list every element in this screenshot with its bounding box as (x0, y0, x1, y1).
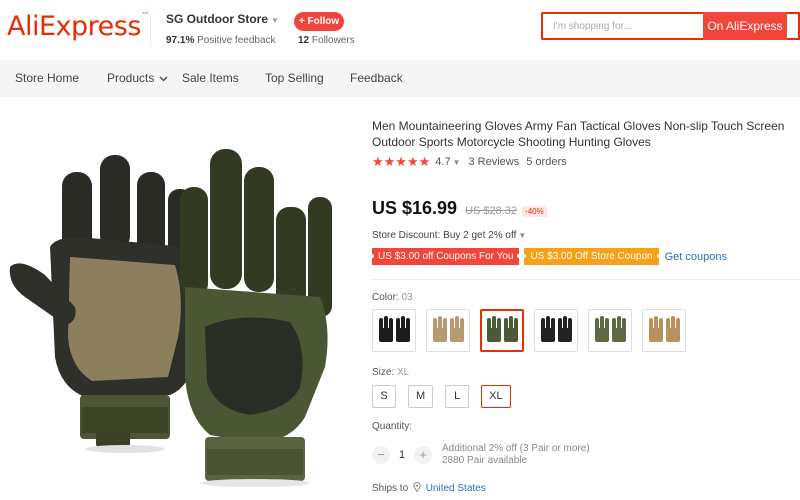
quantity-note: Additional 2% off (3 Pair or more) 2880 … (442, 443, 590, 467)
store-nav: Store Home Products Sale Items Top Selli… (0, 60, 800, 97)
search-in-store-button[interactable] (787, 12, 800, 40)
size-label: Size: XL (372, 367, 409, 378)
color-swatches (372, 309, 696, 352)
logo-text: AliExpress (7, 11, 141, 42)
follow-button[interactable]: + Follow (294, 12, 344, 31)
store-discount-text: Store Discount: Buy 2 get 2% off (372, 230, 517, 241)
ships-to-country[interactable]: United States (426, 483, 486, 494)
glove-thumbnail (595, 315, 626, 342)
nav-products-label: Products (107, 71, 155, 85)
product-info: Men Mountaineering Gloves Army Fan Tacti… (369, 97, 800, 495)
coupon-row: US $3.00 off Coupons For You US $3.00 Of… (369, 248, 727, 265)
color-swatch-tan-camo[interactable] (426, 309, 470, 352)
ships-to-label: Ships to (372, 483, 409, 494)
glove-thumbnail (649, 315, 680, 342)
price-row: US $16.99 US $28.32 -40% (372, 198, 547, 219)
color-swatch-tan-fingerless[interactable] (642, 309, 686, 352)
discount-badge: -40% (522, 206, 547, 217)
feedback-value: 97.1% (166, 35, 195, 46)
coupon-for-you[interactable]: US $3.00 off Coupons For You (369, 248, 522, 265)
location-pin-icon (413, 481, 424, 494)
nav-top-selling[interactable]: Top Selling (265, 60, 324, 97)
color-swatch-black-fingerless[interactable] (534, 309, 578, 352)
get-coupons-link[interactable]: Get coupons (665, 251, 727, 263)
store-name[interactable]: SG Outdoor Store ▼ (166, 12, 279, 26)
ships-to: Ships to United States (372, 481, 486, 494)
store-feedback: 97.1% Positive feedback (166, 35, 279, 46)
quantity-decrease-button[interactable]: − (372, 446, 390, 464)
color-value: 03 (401, 292, 413, 303)
store-name-text: SG Outdoor Store (166, 12, 268, 26)
chevron-down-icon: ▼ (271, 16, 279, 25)
search-on-aliexpress-button[interactable]: On AliExpress (703, 12, 787, 40)
glove-thumbnail (433, 315, 464, 342)
aliexpress-logo[interactable]: AliExpress™ (7, 11, 149, 42)
size-option-xl[interactable]: XL (481, 385, 511, 408)
product-title: Men Mountaineering Gloves Army Fan Tacti… (372, 119, 785, 149)
current-price: US $16.99 (372, 198, 458, 218)
nav-sale-items[interactable]: Sale Items (182, 60, 239, 97)
size-value: XL (397, 367, 410, 378)
followers-count: 12 Followers (298, 35, 355, 46)
right-glove-image (180, 149, 332, 481)
search-input[interactable] (543, 14, 703, 38)
size-label-text: Size: (372, 367, 395, 378)
quantity-stepper: − 1 + Additional 2% off (3 Pair or more)… (372, 443, 590, 467)
followers-number: 12 (298, 35, 310, 46)
color-swatch-black[interactable] (372, 309, 416, 352)
quantity-increase-button[interactable]: + (414, 446, 432, 464)
rating-stars: ★★★★★ (372, 154, 431, 169)
color-swatch-green-camo[interactable] (480, 309, 524, 352)
store-discount[interactable]: Store Discount: Buy 2 get 2% off ▼ (372, 230, 526, 241)
chevron-down-icon: ▼ (518, 231, 527, 240)
size-option-m[interactable]: M (408, 385, 434, 408)
section-divider (372, 279, 800, 280)
color-swatch-green-camo-fingerless[interactable] (588, 309, 632, 352)
color-label: Color: 03 (372, 292, 413, 303)
rating-row: ★★★★★ 4.7 ▼ 3 Reviews 5 orders (372, 154, 567, 169)
header-divider (150, 16, 151, 46)
size-options: S M L XL (372, 385, 523, 408)
chevron-down-icon (159, 60, 168, 97)
reviews-link[interactable]: 3 Reviews (469, 156, 520, 168)
product-gallery (0, 97, 350, 495)
trademark: ™ (141, 11, 149, 19)
quantity-label: Quantity: (372, 421, 413, 432)
feedback-label: Positive feedback (197, 35, 276, 46)
search-box (541, 12, 703, 40)
followers-label: Followers (311, 35, 355, 46)
quantity-value[interactable]: 1 (390, 449, 414, 461)
original-price: US $28.32 (465, 205, 518, 217)
store-info: SG Outdoor Store ▼ 97.1% Positive feedbac… (166, 12, 279, 46)
glove-thumbnail (541, 315, 572, 342)
orders-count: 5 orders (526, 156, 567, 168)
size-option-s[interactable]: S (372, 385, 396, 408)
availability-note: 2880 Pair available (442, 455, 528, 466)
product-main-image[interactable] (0, 97, 350, 495)
nav-store-home[interactable]: Store Home (15, 60, 79, 97)
size-option-l[interactable]: L (445, 385, 470, 408)
color-label-text: Color: (372, 292, 399, 303)
bulk-discount-note: Additional 2% off (3 Pair or more) (442, 443, 590, 454)
chevron-down-icon[interactable]: ▼ (453, 158, 461, 167)
rating-value: 4.7 (435, 156, 451, 168)
left-glove-image (9, 155, 198, 447)
store-coupon[interactable]: US $3.00 Off Store Coupon (522, 248, 661, 265)
glove-thumbnail (487, 315, 518, 342)
nav-products[interactable]: Products (107, 60, 168, 97)
glove-thumbnail (379, 315, 410, 342)
site-header: AliExpress™ SG Outdoor Store ▼ 97.1% Posi… (0, 0, 800, 60)
nav-feedback[interactable]: Feedback (350, 60, 403, 97)
